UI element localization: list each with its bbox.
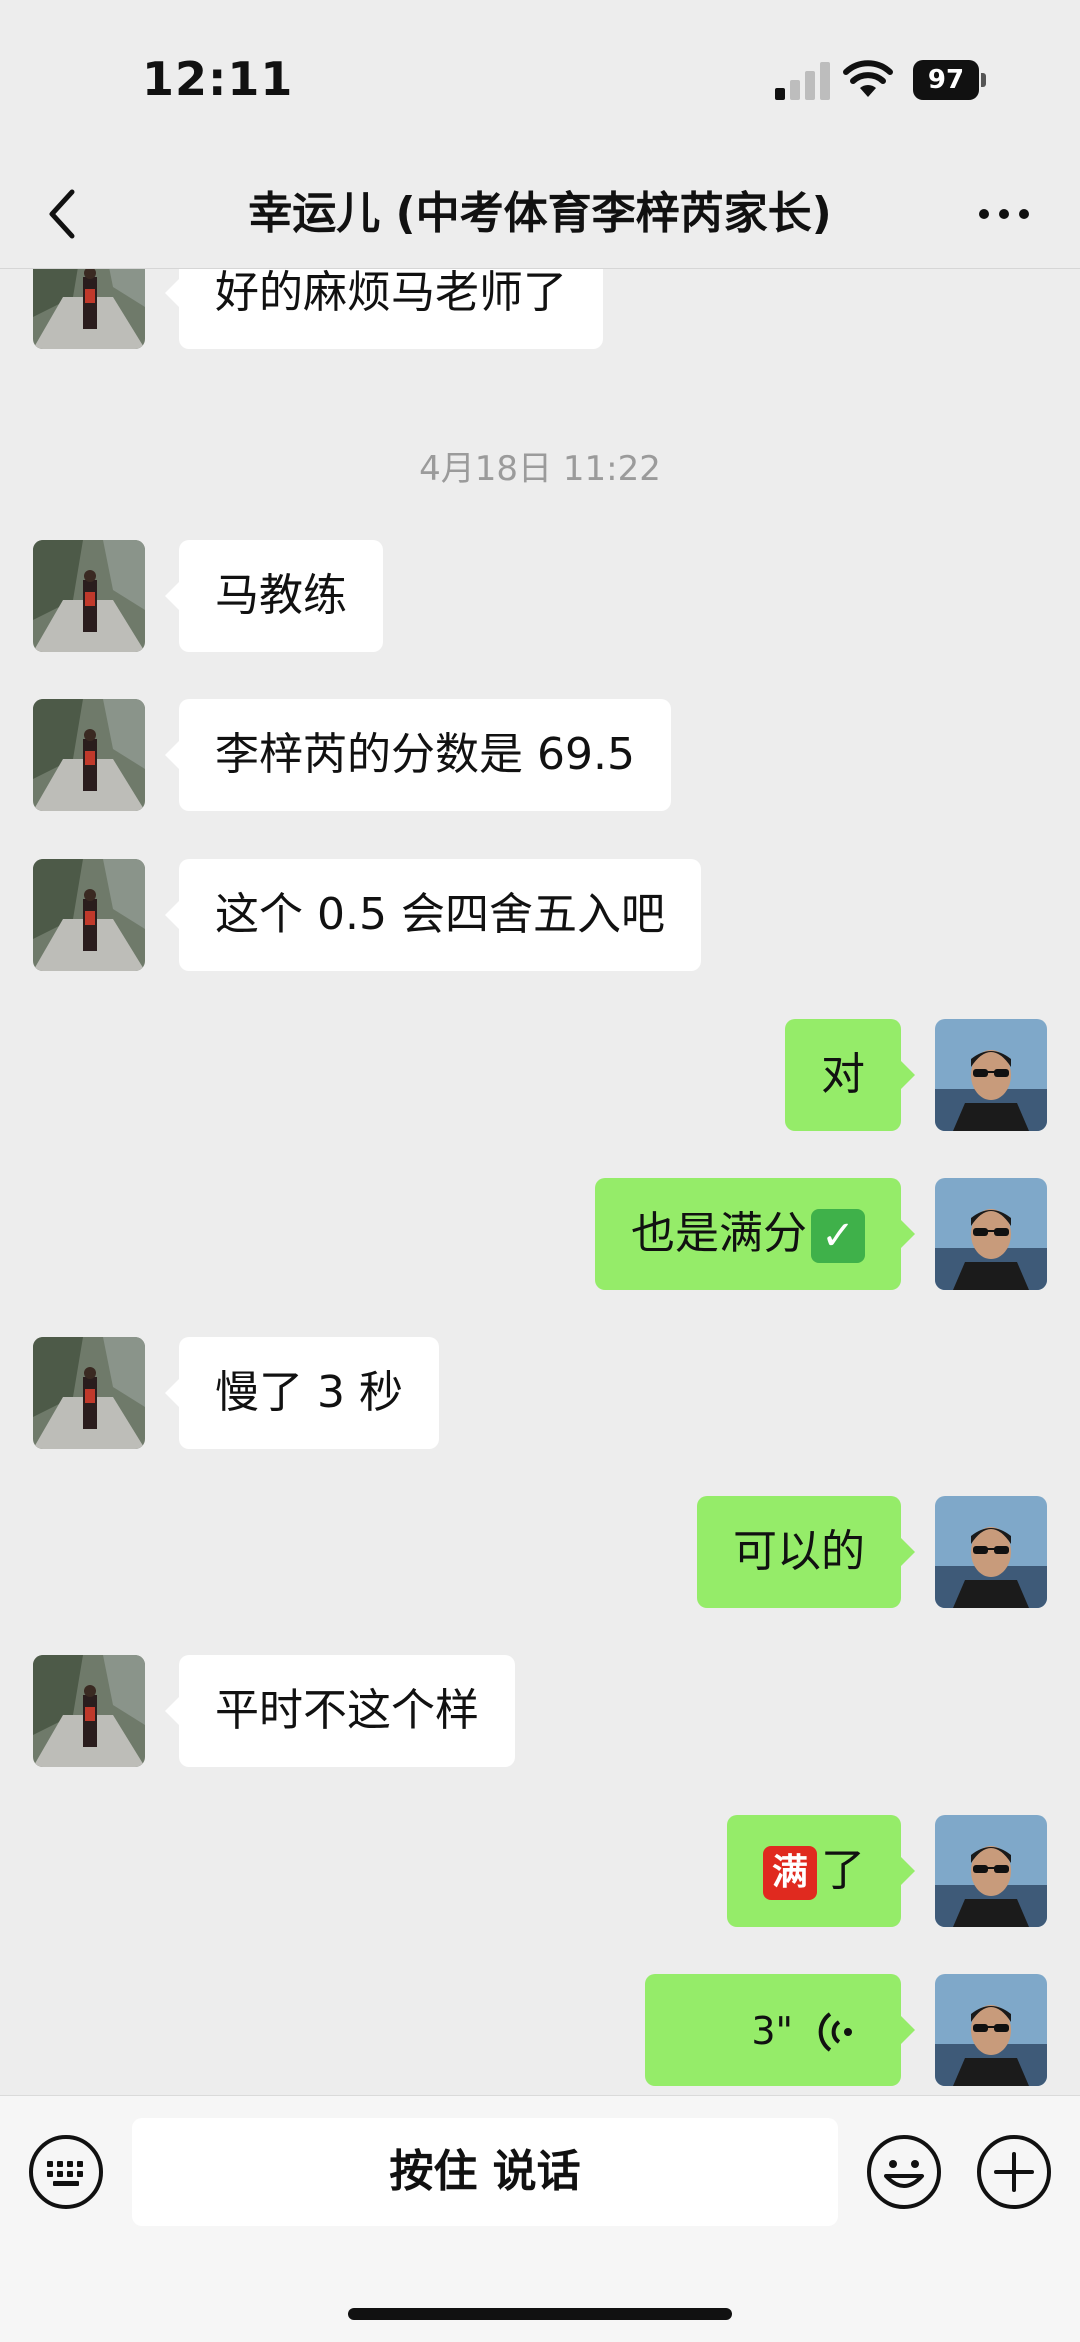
message-bubble[interactable]: 李梓芮的分数是 69.5: [165, 699, 671, 811]
message-bubble-self[interactable]: 也是满分 ✓: [595, 1178, 915, 1290]
full-emoji: 满: [763, 1846, 817, 1900]
home-indicator: [348, 2308, 732, 2320]
message-bubble[interactable]: 马教练: [165, 540, 383, 652]
contact-avatar[interactable]: [33, 540, 145, 652]
status-bar: 12:11 97: [0, 0, 1080, 160]
hold-to-talk-button[interactable]: 按住 说话: [132, 2118, 838, 2226]
keyboard-icon[interactable]: [28, 2134, 104, 2210]
chat-title: 幸运儿 (中考体育李梓芮家长): [248, 188, 832, 239]
status-time: 12:11: [142, 52, 294, 106]
contact-avatar[interactable]: [33, 1337, 145, 1449]
message-bubble[interactable]: 慢了 3 秒: [165, 1337, 439, 1449]
message-bubble-self[interactable]: 满了: [727, 1815, 915, 1927]
voice-wave-icon: [818, 2012, 852, 2052]
nav-bar: 幸运儿 (中考体育李梓芮家长): [0, 160, 1080, 269]
back-arrow-icon[interactable]: [42, 184, 82, 244]
message-bubble-self[interactable]: 可以的: [697, 1496, 915, 1608]
message-bubble-self[interactable]: 对: [785, 1019, 915, 1131]
message-bubble[interactable]: 这个 0.5 会四舍五入吧: [165, 859, 701, 971]
contact-avatar[interactable]: [33, 269, 145, 349]
contact-avatar[interactable]: [33, 1655, 145, 1767]
check-mark-emoji: ✓: [811, 1209, 865, 1263]
cellular-signal-icon: [775, 62, 830, 100]
message-bubble[interactable]: 平时不这个样: [165, 1655, 515, 1767]
more-options-icon[interactable]: [976, 202, 1032, 226]
contact-avatar[interactable]: [33, 859, 145, 971]
message-text: 了: [821, 1845, 865, 1896]
self-avatar[interactable]: [935, 1019, 1047, 1131]
message-text: 也是满分: [631, 1208, 807, 1259]
voice-message-bubble[interactable]: 3": [645, 1974, 915, 2086]
plus-icon[interactable]: [976, 2134, 1052, 2210]
message-timestamp: 4月18日 11:22: [419, 449, 661, 489]
self-avatar[interactable]: [935, 1496, 1047, 1608]
wifi-icon: [843, 60, 893, 97]
contact-avatar[interactable]: [33, 699, 145, 811]
input-bar: 按住 说话: [0, 2095, 1080, 2342]
self-avatar[interactable]: [935, 1815, 1047, 1927]
battery-icon: 97: [913, 60, 986, 100]
battery-level: 97: [913, 60, 979, 100]
self-avatar[interactable]: [935, 1974, 1047, 2086]
emoji-icon[interactable]: [866, 2134, 942, 2210]
chat-messages: 好的麻烦马老师了 4月18日 11:22 马教练 李梓芮的分数是 69.5 这个…: [0, 269, 1080, 2095]
message-bubble[interactable]: 好的麻烦马老师了: [165, 269, 603, 349]
voice-duration: 3": [751, 2009, 793, 2053]
self-avatar[interactable]: [935, 1178, 1047, 1290]
